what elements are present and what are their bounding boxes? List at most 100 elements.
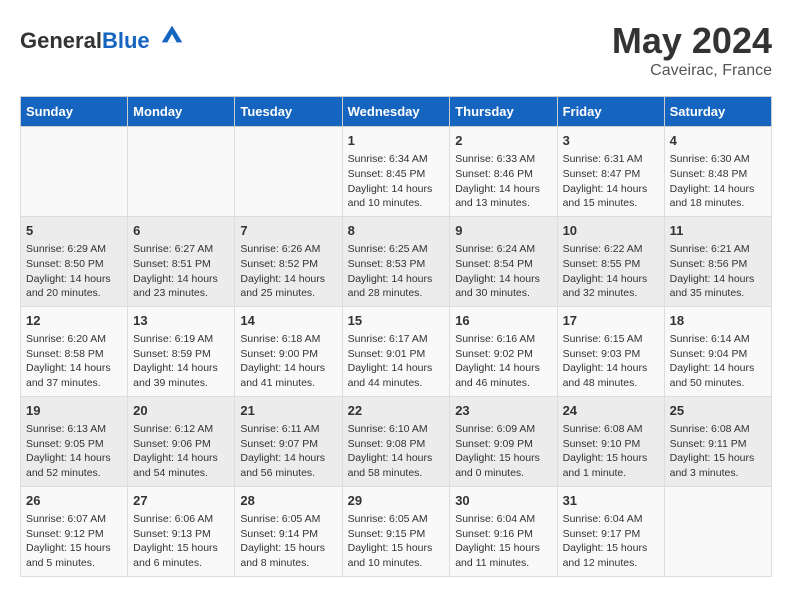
cell-text: Sunrise: 6:05 AM [240, 512, 336, 527]
cell-text: Daylight: 14 hours [133, 361, 229, 376]
day-number: 10 [563, 222, 659, 240]
cell-text: Sunset: 8:56 PM [670, 257, 766, 272]
cell-text: Sunrise: 6:24 AM [455, 242, 551, 257]
cell-text: and 20 minutes. [26, 286, 122, 301]
cell-text: Daylight: 14 hours [26, 451, 122, 466]
cell-text: Sunset: 8:59 PM [133, 347, 229, 362]
logo: GeneralBlue [20, 20, 186, 53]
cell-text: Sunrise: 6:29 AM [26, 242, 122, 257]
calendar-table: SundayMondayTuesdayWednesdayThursdayFrid… [20, 96, 772, 577]
cell-text: Sunrise: 6:33 AM [455, 152, 551, 167]
cell-text: Sunrise: 6:09 AM [455, 422, 551, 437]
cell-text: and 25 minutes. [240, 286, 336, 301]
cell-text: Sunset: 9:07 PM [240, 437, 336, 452]
cell-text: Sunset: 8:55 PM [563, 257, 659, 272]
cell-text: Daylight: 14 hours [348, 361, 445, 376]
cell-text: Sunrise: 6:34 AM [348, 152, 445, 167]
day-number: 27 [133, 492, 229, 510]
weekday-header-saturday: Saturday [664, 97, 771, 127]
cell-text: Sunset: 9:12 PM [26, 527, 122, 542]
calendar-cell: 18Sunrise: 6:14 AMSunset: 9:04 PMDayligh… [664, 306, 771, 396]
cell-text: and 58 minutes. [348, 466, 445, 481]
calendar-cell [128, 127, 235, 217]
calendar-cell: 6Sunrise: 6:27 AMSunset: 8:51 PMDaylight… [128, 216, 235, 306]
cell-text: Sunrise: 6:04 AM [563, 512, 659, 527]
day-number: 2 [455, 132, 551, 150]
cell-text: Daylight: 14 hours [563, 182, 659, 197]
calendar-cell: 23Sunrise: 6:09 AMSunset: 9:09 PMDayligh… [450, 396, 557, 486]
cell-text: Sunset: 9:03 PM [563, 347, 659, 362]
calendar-cell: 19Sunrise: 6:13 AMSunset: 9:05 PMDayligh… [21, 396, 128, 486]
day-number: 28 [240, 492, 336, 510]
cell-text: Daylight: 14 hours [348, 182, 445, 197]
cell-text: and 50 minutes. [670, 376, 766, 391]
calendar-cell: 5Sunrise: 6:29 AMSunset: 8:50 PMDaylight… [21, 216, 128, 306]
day-number: 25 [670, 402, 766, 420]
day-number: 30 [455, 492, 551, 510]
cell-text: and 6 minutes. [133, 556, 229, 571]
cell-text: Daylight: 14 hours [670, 272, 766, 287]
cell-text: and 10 minutes. [348, 196, 445, 211]
calendar-cell: 20Sunrise: 6:12 AMSunset: 9:06 PMDayligh… [128, 396, 235, 486]
day-number: 22 [348, 402, 445, 420]
month-title: May 2024 [612, 20, 772, 62]
calendar-cell: 31Sunrise: 6:04 AMSunset: 9:17 PMDayligh… [557, 486, 664, 576]
cell-text: Sunset: 9:05 PM [26, 437, 122, 452]
calendar-cell: 8Sunrise: 6:25 AMSunset: 8:53 PMDaylight… [342, 216, 450, 306]
week-row-3: 12Sunrise: 6:20 AMSunset: 8:58 PMDayligh… [21, 306, 772, 396]
day-number: 14 [240, 312, 336, 330]
cell-text: Daylight: 14 hours [240, 361, 336, 376]
cell-text: Daylight: 14 hours [133, 451, 229, 466]
cell-text: and 48 minutes. [563, 376, 659, 391]
cell-text: Daylight: 15 hours [563, 451, 659, 466]
day-number: 3 [563, 132, 659, 150]
cell-text: Sunrise: 6:26 AM [240, 242, 336, 257]
cell-text: Sunset: 9:02 PM [455, 347, 551, 362]
cell-text: and 28 minutes. [348, 286, 445, 301]
logo-general-text: General [20, 28, 102, 53]
cell-text: and 56 minutes. [240, 466, 336, 481]
calendar-cell [664, 486, 771, 576]
calendar-cell: 7Sunrise: 6:26 AMSunset: 8:52 PMDaylight… [235, 216, 342, 306]
calendar-cell: 9Sunrise: 6:24 AMSunset: 8:54 PMDaylight… [450, 216, 557, 306]
cell-text: Sunrise: 6:27 AM [133, 242, 229, 257]
cell-text: Sunset: 9:00 PM [240, 347, 336, 362]
cell-text: Sunset: 9:15 PM [348, 527, 445, 542]
day-number: 21 [240, 402, 336, 420]
cell-text: Sunrise: 6:06 AM [133, 512, 229, 527]
calendar-cell: 24Sunrise: 6:08 AMSunset: 9:10 PMDayligh… [557, 396, 664, 486]
cell-text: Sunset: 8:50 PM [26, 257, 122, 272]
cell-text: and 10 minutes. [348, 556, 445, 571]
cell-text: Daylight: 15 hours [133, 541, 229, 556]
location: Caveirac, France [612, 62, 772, 80]
cell-text: and 54 minutes. [133, 466, 229, 481]
calendar-cell: 21Sunrise: 6:11 AMSunset: 9:07 PMDayligh… [235, 396, 342, 486]
cell-text: Daylight: 14 hours [670, 182, 766, 197]
cell-text: Sunset: 9:13 PM [133, 527, 229, 542]
calendar-cell: 12Sunrise: 6:20 AMSunset: 8:58 PMDayligh… [21, 306, 128, 396]
cell-text: Daylight: 14 hours [455, 272, 551, 287]
cell-text: Sunrise: 6:11 AM [240, 422, 336, 437]
calendar-cell: 27 Sunrise: 6:06 AMSunset: 9:13 PMDayligh… [128, 486, 235, 576]
cell-text: Sunset: 9:08 PM [348, 437, 445, 452]
cell-text: Sunrise: 6:14 AM [670, 332, 766, 347]
cell-text: Daylight: 15 hours [26, 541, 122, 556]
cell-text: and 32 minutes. [563, 286, 659, 301]
calendar-cell: 28Sunrise: 6:05 AMSunset: 9:14 PMDayligh… [235, 486, 342, 576]
cell-text: Daylight: 15 hours [240, 541, 336, 556]
cell-text: Sunset: 9:17 PM [563, 527, 659, 542]
calendar-cell [235, 127, 342, 217]
calendar-cell: 25Sunrise: 6:08 AMSunset: 9:11 PMDayligh… [664, 396, 771, 486]
cell-text: and 11 minutes. [455, 556, 551, 571]
weekday-header-row: SundayMondayTuesdayWednesdayThursdayFrid… [21, 97, 772, 127]
cell-text: Sunrise: 6:17 AM [348, 332, 445, 347]
cell-text: Sunrise: 6:25 AM [348, 242, 445, 257]
cell-text: Sunrise: 6:05 AM [348, 512, 445, 527]
cell-text: Sunrise: 6:13 AM [26, 422, 122, 437]
weekday-header-thursday: Thursday [450, 97, 557, 127]
cell-text: Sunrise: 6:12 AM [133, 422, 229, 437]
cell-text: Sunrise: 6:16 AM [455, 332, 551, 347]
weekday-header-friday: Friday [557, 97, 664, 127]
calendar-cell: 2Sunrise: 6:33 AMSunset: 8:46 PMDaylight… [450, 127, 557, 217]
calendar-cell: 17Sunrise: 6:15 AMSunset: 9:03 PMDayligh… [557, 306, 664, 396]
